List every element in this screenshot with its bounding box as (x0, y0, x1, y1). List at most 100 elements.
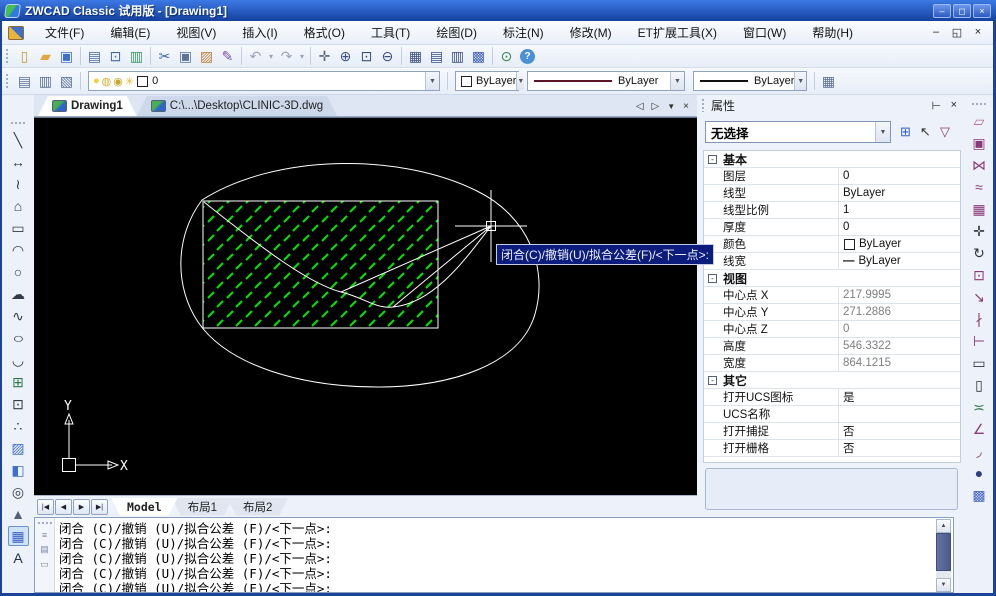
line-icon[interactable]: ╲ (8, 130, 29, 150)
select-objects-icon[interactable]: ↖ (920, 124, 931, 140)
rotate-icon[interactable]: ↻ (969, 243, 990, 263)
menu-window[interactable]: 窗口(W) (730, 21, 799, 44)
command-line-window[interactable]: ≡ ▤ ▭ 闭合 (C)/撤销 (U)/拟合公差 (F)/<下一点>:闭合 (C… (34, 517, 954, 593)
layer-combo-arrow[interactable]: ▼ (425, 72, 439, 90)
move-icon[interactable]: ✛ (969, 221, 990, 241)
mdi-restore-button[interactable]: ◱ (950, 26, 964, 39)
property-row[interactable]: 线型ByLayer (704, 185, 960, 202)
gradient-icon[interactable]: ◧ (8, 460, 29, 480)
design-center-icon[interactable]: ▤ (426, 46, 447, 66)
property-row[interactable]: 打开捕捉否 (704, 423, 960, 440)
property-value[interactable]: 0 (839, 321, 960, 337)
drawing-canvas[interactable]: Y X 闭合(C)/撤销(U)/拟合公差(F)/<下一点>: (34, 117, 697, 495)
save-icon[interactable]: ▣ (56, 46, 77, 66)
trim-icon[interactable]: ∤ (969, 309, 990, 329)
tab-model[interactable]: Model (111, 498, 178, 516)
property-section-header[interactable]: -视图 (704, 270, 960, 287)
property-row[interactable]: 打开UCS图标是 (704, 389, 960, 406)
redo-icon[interactable]: ↷ (276, 46, 297, 66)
polygon-icon[interactable]: ⌂ (8, 196, 29, 216)
break-at-point-icon[interactable]: ▭ (969, 353, 990, 373)
toolbar-grip[interactable] (5, 48, 10, 64)
layer-states-icon[interactable]: ▥ (35, 71, 56, 91)
property-row[interactable]: 中心点 Z0 (704, 321, 960, 338)
panel-grip[interactable] (701, 98, 705, 112)
property-value[interactable]: 271.2886 (839, 304, 960, 320)
properties-panel-header[interactable]: 属性 ⊥ × (699, 95, 965, 115)
property-row[interactable]: 颜色ByLayer (704, 236, 960, 253)
copy-clip-icon[interactable]: ▣ (175, 46, 196, 66)
break-icon[interactable]: ▯ (969, 375, 990, 395)
mtext-icon[interactable]: A (8, 548, 29, 568)
freeze-icon[interactable]: ◍ (102, 75, 112, 88)
stretch-icon[interactable]: ↘ (969, 287, 990, 307)
command-dock-icon[interactable]: ▤ (40, 544, 49, 555)
scroll-up-button[interactable]: ▲ (936, 519, 951, 533)
erase-icon[interactable]: ▱ (969, 111, 990, 131)
tab-close-icon[interactable]: × (683, 101, 689, 112)
revision-cloud-icon[interactable]: ☁ (8, 284, 29, 304)
publish-icon[interactable]: ▥ (126, 46, 147, 66)
mdi-minimize-button[interactable]: – (929, 26, 943, 39)
join-icon[interactable]: ≍ (969, 397, 990, 417)
offset-icon[interactable]: ≈ (969, 177, 990, 197)
property-value[interactable] (839, 406, 960, 422)
undo-icon[interactable]: ↶ (245, 46, 266, 66)
print-preview-icon[interactable]: ⊡ (105, 46, 126, 66)
linetype-combo-arrow[interactable]: ▼ (670, 72, 684, 90)
viewport-freeze-icon[interactable]: ✳ (125, 75, 134, 88)
maximize-button[interactable]: ◻ (953, 4, 971, 18)
menu-format[interactable]: 格式(O) (291, 21, 358, 44)
point-icon[interactable]: ∴ (8, 416, 29, 436)
property-value[interactable]: 1 (839, 202, 960, 218)
bulb-icon[interactable]: ● (93, 75, 100, 87)
tab-layout2[interactable]: 布局2 (227, 498, 288, 516)
cut-icon[interactable]: ✂ (154, 46, 175, 66)
menu-dimension[interactable]: 标注(N) (490, 21, 557, 44)
command-dock-icon[interactable]: ▭ (40, 559, 49, 570)
scroll-down-button[interactable]: ▼ (936, 578, 951, 592)
last-tab-button[interactable]: ▶| (91, 499, 108, 515)
help-icon[interactable]: ? (520, 49, 535, 64)
property-value[interactable]: 0 (839, 219, 960, 235)
prev-tab-button[interactable]: ◀ (55, 499, 72, 515)
property-row[interactable]: 宽度864.1215 (704, 355, 960, 372)
mirror-icon[interactable]: ⋈ (969, 155, 990, 175)
polyline-icon[interactable]: ≀ (8, 174, 29, 194)
property-value[interactable]: 217.9995 (839, 287, 960, 303)
region-icon[interactable]: ◎ (8, 482, 29, 502)
property-value[interactable]: 864.1215 (839, 355, 960, 371)
expand-collapse-box[interactable]: - (704, 151, 721, 167)
minimize-button[interactable]: – (933, 4, 951, 18)
property-value[interactable]: 546.3322 (839, 338, 960, 354)
property-value[interactable]: —ByLayer (839, 253, 960, 269)
circle-icon[interactable]: ○ (8, 262, 29, 282)
quick-select-icon[interactable]: ⊞ (900, 124, 911, 140)
menu-draw[interactable]: 绘图(D) (423, 21, 490, 44)
property-row[interactable]: 打开栅格否 (704, 440, 960, 457)
menu-tools[interactable]: 工具(T) (358, 21, 423, 44)
table-icon[interactable]: ▦ (8, 526, 29, 546)
new-file-icon[interactable]: ▯ (14, 46, 35, 66)
property-value[interactable]: 否 (839, 440, 960, 456)
lineweight-combo[interactable]: ByLayer ▼ (693, 71, 807, 91)
menu-et-tools[interactable]: ET扩展工具(X) (625, 21, 730, 44)
undo-dropdown-icon[interactable]: ▾ (266, 46, 276, 66)
tab-scroll-left-icon[interactable]: ◁ (636, 101, 644, 112)
print-icon[interactable]: ▤ (84, 46, 105, 66)
doc-tab-clinic3d[interactable]: C:\...\Desktop\CLINIC-3D.dwg (137, 96, 337, 116)
expand-collapse-box[interactable]: - (704, 270, 721, 286)
property-value[interactable]: 是 (839, 389, 960, 405)
explode-icon[interactable]: ● (969, 463, 990, 483)
ellipse-icon[interactable]: ○ (3, 328, 33, 348)
property-value[interactable]: ByLayer (839, 185, 960, 201)
color-combo-arrow[interactable]: ▼ (516, 72, 524, 90)
menu-modify[interactable]: 修改(M) (557, 21, 625, 44)
tool-palettes-icon[interactable]: ▥ (447, 46, 468, 66)
paste-icon[interactable]: ▨ (196, 46, 217, 66)
fillet-icon[interactable]: ◞ (969, 441, 990, 461)
lock-icon[interactable]: ◉ (113, 75, 123, 88)
zoom-previous-icon[interactable]: ⊖ (377, 46, 398, 66)
calculator-icon[interactable]: ▩ (468, 46, 489, 66)
property-section-header[interactable]: -基本 (704, 151, 960, 168)
